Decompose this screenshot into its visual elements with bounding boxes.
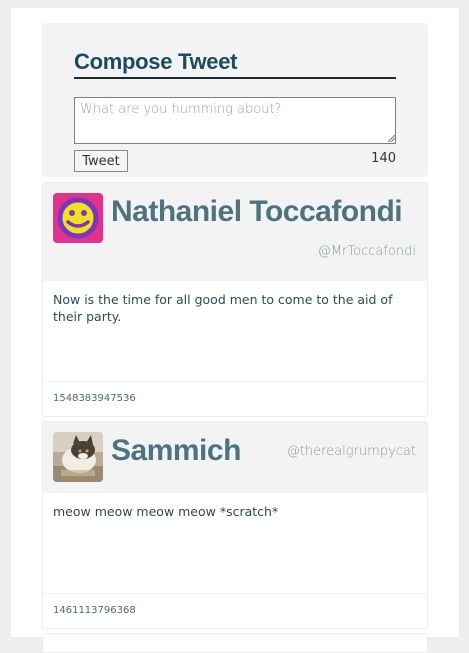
avatar xyxy=(53,193,103,243)
tweet-input[interactable] xyxy=(74,97,396,144)
char-count: 140 xyxy=(371,151,396,166)
cat-photo xyxy=(53,432,103,482)
avatar xyxy=(53,432,103,482)
tweet-footer: 1548383947536 xyxy=(43,381,427,416)
tweet-card-partial xyxy=(42,633,428,653)
timestamp: 1461113796368 xyxy=(53,605,136,616)
tweet-button[interactable]: Tweet xyxy=(74,150,128,172)
user-handle: @MrToccafondi xyxy=(317,244,416,259)
user-name: Sammich xyxy=(111,434,241,467)
tweet-card: Nathaniel Toccafondi @MrToccafondi Now i… xyxy=(42,182,428,417)
tweet-text: meow meow meow meow *scratch* xyxy=(53,504,279,519)
compose-panel: Compose Tweet Tweet 140 xyxy=(42,23,428,177)
tweet-header: Sammich @therealgrumpycat xyxy=(43,422,427,493)
timestamp: 1548383947536 xyxy=(53,393,136,404)
tweet-text: Now is the time for all good men to come… xyxy=(53,292,393,324)
user-handle: @therealgrumpycat xyxy=(286,444,416,459)
compose-title: Compose Tweet xyxy=(74,49,396,79)
tweet-footer: 1461113796368 xyxy=(43,593,427,628)
page: Compose Tweet Tweet 140 Nathaniel Toccaf… xyxy=(11,8,459,653)
user-name: Nathaniel Toccafondi xyxy=(111,195,403,228)
tweet-header: Nathaniel Toccafondi @MrToccafondi xyxy=(43,183,427,281)
tweet-card: Sammich @therealgrumpycat meow meow meow… xyxy=(42,421,428,629)
smiley-face-icon xyxy=(53,193,103,243)
